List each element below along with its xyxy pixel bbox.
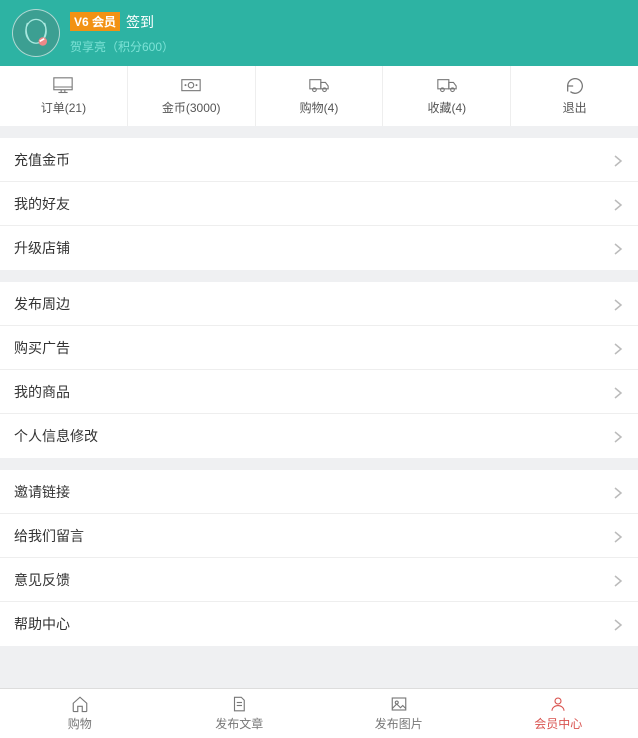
- nav-favorites[interactable]: 收藏(4): [383, 66, 511, 126]
- avatar[interactable]: [12, 9, 60, 57]
- image-icon: [390, 695, 408, 713]
- chevron-right-icon: [612, 386, 624, 398]
- chevron-right-icon: [612, 574, 624, 586]
- row-friends[interactable]: 我的好友: [0, 182, 638, 226]
- chevron-right-icon: [612, 430, 624, 442]
- document-icon: [230, 695, 248, 713]
- row-label: 充值金币: [14, 150, 70, 170]
- chevron-right-icon: [612, 298, 624, 310]
- row-leave-message[interactable]: 给我们留言: [0, 514, 638, 558]
- nav-label: 收藏(4): [427, 99, 466, 116]
- row-label: 给我们留言: [14, 526, 84, 546]
- truck-icon: [308, 77, 330, 95]
- list-group-2: 发布周边 购买广告 我的商品 个人信息修改: [0, 282, 638, 458]
- list-group-1: 充值金币 我的好友 升级店铺: [0, 138, 638, 270]
- row-label: 帮助中心: [14, 614, 70, 634]
- tab-label: 发布图片: [375, 715, 423, 732]
- quick-nav: 订单(21) 金币(3000) 购物(4) 收藏(4) 退出: [0, 66, 638, 126]
- nav-label: 退出: [563, 99, 587, 116]
- row-label: 升级店铺: [14, 238, 70, 258]
- refresh-icon: [564, 77, 586, 95]
- row-publish-nearby[interactable]: 发布周边: [0, 282, 638, 326]
- list-group-3: 邀请链接 给我们留言 意见反馈 帮助中心: [0, 470, 638, 646]
- row-label: 个人信息修改: [14, 426, 98, 446]
- row-upgrade-shop[interactable]: 升级店铺: [0, 226, 638, 270]
- tab-member-center[interactable]: 会员中心: [479, 689, 638, 738]
- tab-label: 发布文章: [215, 715, 263, 732]
- user-subtitle: 贺享亮（积分600）: [70, 38, 174, 55]
- profile-header: V6 会员 签到 贺享亮（积分600）: [0, 0, 638, 66]
- row-recharge[interactable]: 充值金币: [0, 138, 638, 182]
- tab-post-image[interactable]: 发布图片: [319, 689, 479, 738]
- tab-post-article[interactable]: 发布文章: [160, 689, 320, 738]
- tab-label: 购物: [68, 715, 92, 732]
- monitor-icon: [52, 77, 74, 95]
- nav-logout[interactable]: 退出: [511, 66, 638, 126]
- nav-label: 金币(3000): [162, 99, 221, 116]
- row-label: 我的商品: [14, 382, 70, 402]
- row-invite-link[interactable]: 邀请链接: [0, 470, 638, 514]
- chevron-right-icon: [612, 530, 624, 542]
- row-label: 意见反馈: [14, 570, 70, 590]
- user-icon: [549, 695, 567, 713]
- row-label: 邀请链接: [14, 482, 70, 502]
- chevron-right-icon: [612, 154, 624, 166]
- row-buy-ads[interactable]: 购买广告: [0, 326, 638, 370]
- bottom-tabbar: 购物 发布文章 发布图片 会员中心: [0, 688, 638, 738]
- chevron-right-icon: [612, 618, 624, 630]
- tab-shopping[interactable]: 购物: [0, 689, 160, 738]
- chevron-right-icon: [612, 486, 624, 498]
- row-feedback[interactable]: 意见反馈: [0, 558, 638, 602]
- vip-badge: V6 会员: [70, 12, 120, 31]
- nav-orders[interactable]: 订单(21): [0, 66, 128, 126]
- row-help[interactable]: 帮助中心: [0, 602, 638, 646]
- nav-label: 订单(21): [41, 99, 86, 116]
- money-icon: [180, 77, 202, 95]
- row-edit-profile[interactable]: 个人信息修改: [0, 414, 638, 458]
- nav-shopping[interactable]: 购物(4): [256, 66, 384, 126]
- home-icon: [71, 695, 89, 713]
- chevron-right-icon: [612, 198, 624, 210]
- truck-icon: [436, 77, 458, 95]
- chevron-right-icon: [612, 342, 624, 354]
- tab-label: 会员中心: [534, 715, 582, 732]
- chevron-right-icon: [612, 242, 624, 254]
- nav-coins[interactable]: 金币(3000): [128, 66, 256, 126]
- avatar-face-icon: [19, 16, 53, 50]
- signin-button[interactable]: 签到: [126, 12, 154, 32]
- row-label: 我的好友: [14, 194, 70, 214]
- nav-label: 购物(4): [300, 99, 339, 116]
- row-label: 购买广告: [14, 338, 70, 358]
- row-my-products[interactable]: 我的商品: [0, 370, 638, 414]
- row-label: 发布周边: [14, 294, 70, 314]
